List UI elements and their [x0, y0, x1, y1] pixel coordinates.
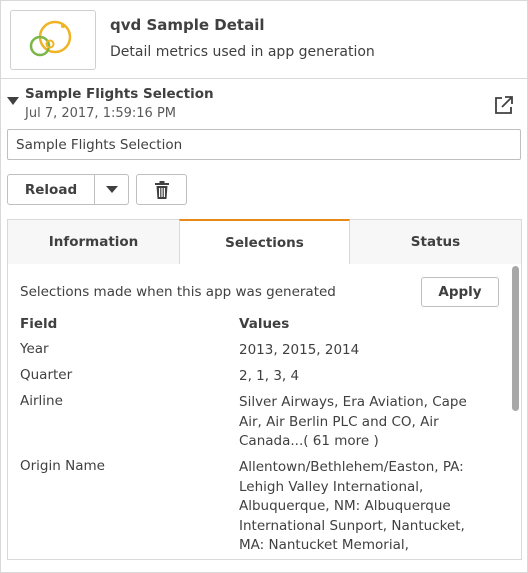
scrollbar-thumb[interactable]	[512, 266, 519, 411]
selections-panel: Selections made when this app was genera…	[7, 264, 522, 560]
selections-description: Selections made when this app was genera…	[20, 284, 336, 300]
app-detail-panel: qvd Sample Detail Detail metrics used in…	[0, 0, 528, 573]
trash-icon	[154, 180, 169, 199]
reload-button-group: Reload	[7, 174, 129, 205]
field-values: 2, 1, 3, 4	[239, 368, 300, 384]
app-thumbnail	[10, 10, 96, 70]
field-values: Silver Airways, Era Aviation, Cape Air, …	[239, 394, 467, 449]
app-title: qvd Sample Detail	[110, 16, 265, 34]
field-values: 2013, 2015, 2014	[239, 342, 360, 358]
field-name: Quarter	[20, 367, 73, 383]
values-column-header: Values	[239, 316, 290, 332]
field-name: Origin Name	[20, 458, 105, 474]
apply-button[interactable]: Apply	[421, 277, 499, 307]
bookmark-title: Sample Flights Selection	[25, 86, 214, 102]
tab-selections[interactable]: Selections	[179, 219, 350, 265]
app-description: Detail metrics used in app generation	[110, 44, 375, 60]
tab-information[interactable]: Information	[8, 220, 179, 264]
app-header: qvd Sample Detail Detail metrics used in…	[1, 1, 527, 79]
field-name: Airline	[20, 393, 63, 409]
scrollbar[interactable]	[510, 264, 521, 559]
delete-button[interactable]	[136, 174, 187, 205]
app-logo-icon	[29, 20, 72, 57]
reload-options-dropdown[interactable]	[95, 175, 128, 204]
open-external-icon[interactable]	[493, 94, 515, 116]
caret-down-icon[interactable]	[7, 97, 19, 105]
tab-status[interactable]: Status	[350, 220, 521, 264]
detail-tabs: Information Selections Status	[7, 219, 522, 265]
bookmark-date: Jul 7, 2017, 1:59:16 PM	[25, 106, 177, 121]
chevron-down-icon	[105, 186, 118, 193]
field-column-header: Field	[20, 316, 58, 332]
bookmark-name-input[interactable]	[7, 129, 521, 160]
field-values: Allentown/Bethlehem/Easton, PA: Lehigh V…	[239, 459, 465, 559]
field-name: Year	[20, 341, 49, 357]
reload-button[interactable]: Reload	[8, 175, 95, 204]
